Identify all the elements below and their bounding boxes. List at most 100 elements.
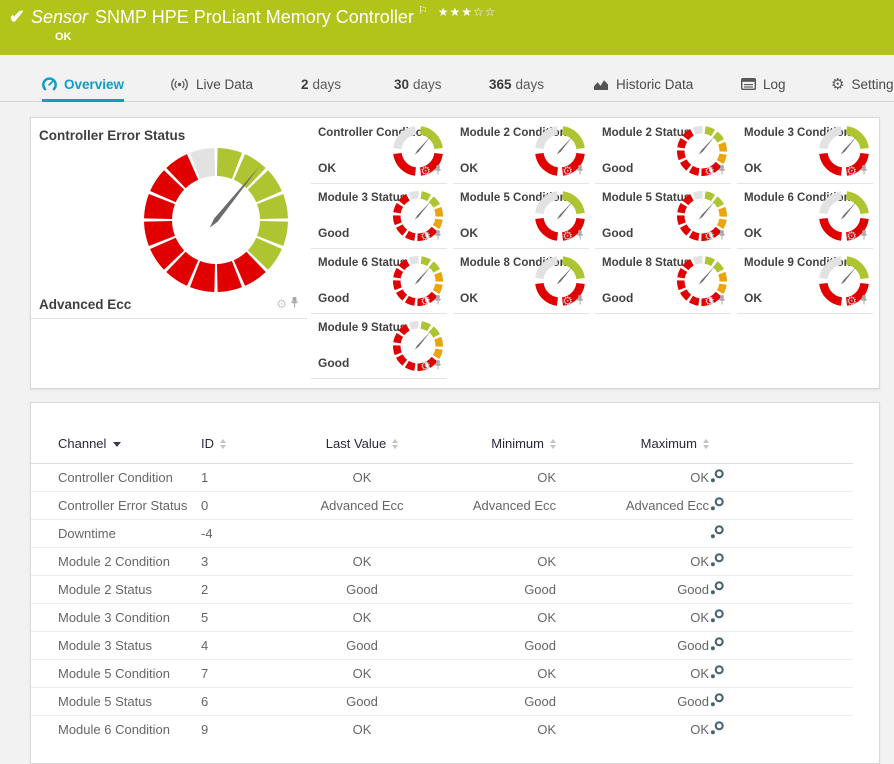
- pin-icon[interactable]: [860, 292, 868, 310]
- tab-label: days: [413, 76, 442, 92]
- channel-settings-icon[interactable]: [709, 580, 726, 600]
- channel-cell: Module 2 Condition: [31, 547, 201, 576]
- gauge-cell[interactable]: Module 3 Condition OK ⚙: [737, 119, 873, 184]
- id-cell: 1: [201, 470, 209, 485]
- gear-icon[interactable]: ⚙: [420, 295, 431, 307]
- gear-icon[interactable]: ⚙: [846, 165, 857, 177]
- column-header-minimum[interactable]: Minimum: [428, 423, 556, 464]
- table-row: Downtime -4: [31, 519, 853, 548]
- table-row: Controller Condition 1 OK OK OK: [31, 464, 853, 492]
- pin-icon[interactable]: [718, 162, 726, 180]
- minimum-cell: OK: [537, 470, 556, 485]
- pin-icon[interactable]: [434, 292, 442, 310]
- pin-icon[interactable]: [576, 162, 584, 180]
- pin-icon[interactable]: [860, 162, 868, 180]
- gear-icon[interactable]: ⚙: [846, 295, 857, 307]
- maximum-cell: Good: [556, 631, 709, 660]
- tab-2-days[interactable]: 2 days: [301, 55, 341, 101]
- priority-stars[interactable]: ★★★☆☆: [438, 5, 497, 19]
- tab-number: 2: [301, 76, 309, 92]
- gauge-cell[interactable]: Module 5 Status Good ⚙: [595, 184, 731, 249]
- gauge-value: OK: [744, 291, 762, 305]
- gear-icon[interactable]: ⚙: [846, 230, 857, 242]
- channel-settings-icon[interactable]: [709, 496, 726, 516]
- last-value-cell: OK: [352, 470, 372, 485]
- gauge-cell[interactable]: Module 9 Status Good ⚙: [311, 314, 447, 379]
- pin-icon[interactable]: [434, 357, 442, 375]
- pin-icon[interactable]: [290, 295, 299, 313]
- table-row: Module 3 Status 4 Good Good Good: [31, 631, 853, 660]
- channel-cell: Module 3 Condition: [31, 603, 201, 632]
- channel-settings-icon[interactable]: [709, 552, 726, 572]
- gauge-cell[interactable]: Controller Condition OK ⚙: [311, 119, 447, 184]
- maximum-cell: [556, 519, 709, 548]
- gauge-cell[interactable]: Module 2 Status Good ⚙: [595, 119, 731, 184]
- pin-icon[interactable]: [718, 292, 726, 310]
- column-header-channel[interactable]: Channel: [31, 423, 201, 464]
- gear-icon[interactable]: ⚙: [704, 165, 715, 177]
- last-value-cell: Good: [296, 575, 428, 604]
- gear-icon[interactable]: ⚙: [562, 230, 573, 242]
- channel-settings-icon[interactable]: [709, 468, 726, 488]
- id-cell: 3: [201, 547, 296, 576]
- gear-icon[interactable]: ⚙: [420, 360, 431, 372]
- page-title: SNMP HPE ProLiant Memory Controller: [95, 7, 414, 27]
- gear-icon[interactable]: ⚙: [420, 230, 431, 242]
- pin-icon[interactable]: [576, 227, 584, 245]
- gauge-value: OK: [460, 161, 478, 175]
- gear-icon[interactable]: ⚙: [562, 165, 573, 177]
- sensor-type-label: Sensor: [31, 7, 89, 27]
- pin-icon[interactable]: [576, 292, 584, 310]
- pin-icon[interactable]: [718, 227, 726, 245]
- channel-table: Channel ID Last Value Minimum Maximum Co…: [31, 423, 853, 743]
- last-value-cell: Advanced Ecc: [296, 491, 428, 520]
- id-cell: 6: [201, 687, 296, 716]
- gauge-cell[interactable]: Module 3 Status Good ⚙: [311, 184, 447, 249]
- gear-icon[interactable]: ⚙: [704, 295, 715, 307]
- gauge-cell[interactable]: Module 6 Status Good ⚙: [311, 249, 447, 314]
- tab-live-data[interactable]: Live Data: [170, 55, 253, 101]
- tab-log[interactable]: Log: [741, 55, 786, 101]
- gauge-cell[interactable]: Module 5 Condition OK ⚙: [453, 184, 589, 249]
- gear-icon[interactable]: ⚙: [276, 298, 287, 310]
- last-value-cell: OK: [296, 547, 428, 576]
- gauge-value: Good: [318, 356, 350, 370]
- table-row: Module 6 Condition 9 OK OK OK: [31, 715, 853, 743]
- gauge-cell[interactable]: Module 8 Condition OK ⚙: [453, 249, 589, 314]
- flag-icon[interactable]: ⚐: [418, 5, 428, 17]
- gauge-value: Good: [602, 161, 634, 175]
- pin-icon[interactable]: [434, 162, 442, 180]
- gear-icon[interactable]: ⚙: [704, 230, 715, 242]
- gauge-value: Good: [318, 291, 350, 305]
- gauge-cell[interactable]: Module 8 Status Good ⚙: [595, 249, 731, 314]
- channel-settings-icon[interactable]: [709, 720, 726, 740]
- gauge-cell[interactable]: Module 9 Condition OK ⚙: [737, 249, 873, 314]
- gear-icon[interactable]: ⚙: [562, 295, 573, 307]
- tab-settings[interactable]: ⚙ Settings: [831, 55, 894, 101]
- tab-historic-data[interactable]: Historic Data: [593, 55, 693, 101]
- tab-365-days[interactable]: 365 days: [489, 55, 544, 101]
- channel-settings-icon[interactable]: [709, 692, 726, 712]
- tab-overview[interactable]: Overview: [42, 55, 125, 102]
- column-header-maximum[interactable]: Maximum: [556, 423, 709, 464]
- pin-icon[interactable]: [860, 227, 868, 245]
- channel-settings-icon[interactable]: [709, 524, 726, 544]
- gauge-cell[interactable]: Module 6 Condition OK ⚙: [737, 184, 873, 249]
- featured-gauge-cell[interactable]: Controller Error Status Advanced Ecc ⚙: [31, 118, 311, 319]
- pin-icon[interactable]: [434, 227, 442, 245]
- gauge-value: OK: [744, 161, 762, 175]
- column-header-id[interactable]: ID: [201, 423, 296, 464]
- tab-30-days[interactable]: 30 days: [394, 55, 442, 101]
- id-cell: 5: [201, 603, 296, 632]
- maximum-cell: OK: [556, 659, 709, 688]
- channel-settings-icon[interactable]: [709, 608, 726, 628]
- tab-label: Log: [763, 76, 786, 92]
- last-value-cell: Good: [296, 687, 428, 716]
- channel-settings-icon[interactable]: [709, 664, 726, 684]
- gear-icon[interactable]: ⚙: [420, 165, 431, 177]
- column-header-last-value[interactable]: Last Value: [296, 423, 428, 464]
- channel-settings-icon[interactable]: [709, 636, 726, 656]
- gauge-cell[interactable]: Module 2 Condition OK ⚙: [453, 119, 589, 184]
- id-cell: 2: [201, 575, 296, 604]
- last-value-cell: OK: [296, 715, 428, 743]
